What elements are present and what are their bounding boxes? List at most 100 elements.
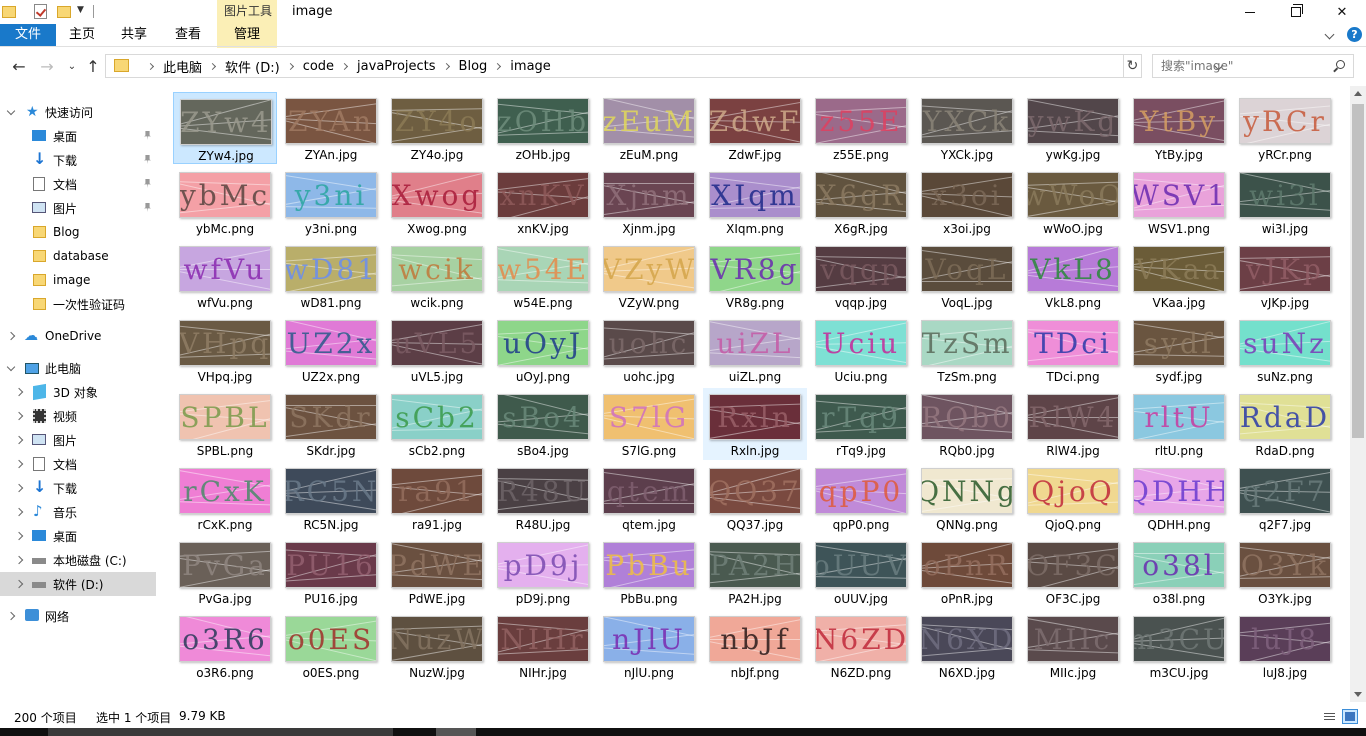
file-item[interactable]: z55E z55E.png bbox=[809, 92, 913, 164]
file-item[interactable]: zOHb zOHb.jpg bbox=[491, 92, 595, 164]
file-item[interactable]: sBo4 sBo4.jpg bbox=[491, 388, 595, 460]
file-item[interactable]: Rxln Rxln.jpg bbox=[703, 388, 807, 460]
nav-item-documents[interactable]: 文档 bbox=[0, 172, 156, 196]
back-button[interactable]: ← bbox=[9, 56, 29, 76]
file-item[interactable]: m3CU m3CU.jpg bbox=[1127, 610, 1231, 682]
nav-item-pc-downloads[interactable]: ↓ 下载 bbox=[0, 476, 156, 500]
breadcrumb-separator-icon[interactable] bbox=[494, 62, 502, 70]
file-item[interactable]: PA2H PA2H.jpg bbox=[703, 536, 807, 608]
search-box[interactable] bbox=[1152, 54, 1354, 78]
file-item[interactable]: PbBu PbBu.png bbox=[597, 536, 701, 608]
nav-item-videos[interactable]: 视频 bbox=[0, 404, 156, 428]
file-item[interactable]: N6ZD N6ZD.png bbox=[809, 610, 913, 682]
nav-item-drive-d[interactable]: 软件 (D:) bbox=[0, 572, 156, 596]
file-item[interactable]: ZYAn ZYAn.jpg bbox=[279, 92, 383, 164]
nav-item-downloads[interactable]: ↓ 下载 bbox=[0, 148, 156, 172]
file-item[interactable]: PvGa PvGa.jpg bbox=[173, 536, 277, 608]
nav-item-3d-objects[interactable]: 3D 对象 bbox=[0, 380, 156, 404]
breadcrumb-blog[interactable]: Blog bbox=[459, 59, 488, 74]
file-item[interactable]: S7lG S7lG.png bbox=[597, 388, 701, 460]
breadcrumb-this-pc[interactable]: 此电脑 bbox=[163, 57, 202, 76]
file-item[interactable]: wcik wcik.png bbox=[385, 240, 489, 312]
file-item[interactable]: VkL8 VkL8.png bbox=[1021, 240, 1125, 312]
chevron-right-icon[interactable] bbox=[14, 411, 24, 421]
file-item[interactable]: YtBy YtBy.jpg bbox=[1127, 92, 1231, 164]
file-item[interactable]: RC5N RC5N.jpg bbox=[279, 462, 383, 534]
file-item[interactable]: vqqp vqqp.jpg bbox=[809, 240, 913, 312]
file-item[interactable]: TzSm TzSm.png bbox=[915, 314, 1019, 386]
file-item[interactable]: NuzW NuzW.jpg bbox=[385, 610, 489, 682]
close-button[interactable]: ✕ bbox=[1319, 0, 1365, 24]
breadcrumb-drive-d[interactable]: 软件 (D:) bbox=[225, 57, 280, 76]
file-item[interactable]: ywKg ywKg.jpg bbox=[1021, 92, 1125, 164]
chevron-right-icon[interactable] bbox=[14, 435, 24, 445]
file-item[interactable]: uohc uohc.jpg bbox=[597, 314, 701, 386]
file-item[interactable]: sydf sydf.jpg bbox=[1127, 314, 1231, 386]
nav-this-pc[interactable]: 此电脑 bbox=[0, 356, 156, 380]
file-item[interactable]: xnKV xnKV.jpg bbox=[491, 166, 595, 238]
chevron-right-icon[interactable] bbox=[6, 331, 16, 341]
file-item[interactable]: qtem qtem.jpg bbox=[597, 462, 701, 534]
breadcrumb-image[interactable]: image bbox=[510, 59, 551, 74]
file-item[interactable]: ra91 ra91.jpg bbox=[385, 462, 489, 534]
file-item[interactable]: luJ8 luJ8.jpg bbox=[1233, 610, 1337, 682]
nav-item-drive-c[interactable]: 本地磁盘 (C:) bbox=[0, 548, 156, 572]
file-item[interactable]: o38l o38l.png bbox=[1127, 536, 1231, 608]
file-item[interactable]: OF3C OF3C.jpg bbox=[1021, 536, 1125, 608]
nav-item-music[interactable]: ♪ 音乐 bbox=[0, 500, 156, 524]
file-item[interactable]: PdWE PdWE.jpg bbox=[385, 536, 489, 608]
file-item[interactable]: rTq9 rTq9.jpg bbox=[809, 388, 913, 460]
file-item[interactable]: YXCk YXCk.jpg bbox=[915, 92, 1019, 164]
chevron-right-icon[interactable] bbox=[14, 531, 24, 541]
file-item[interactable]: oPnR oPnR.jpg bbox=[915, 536, 1019, 608]
scroll-up-icon[interactable] bbox=[1354, 91, 1362, 96]
file-item[interactable]: uOyJ uOyJ.png bbox=[491, 314, 595, 386]
help-icon[interactable]: ? bbox=[1347, 27, 1362, 42]
breadcrumb-separator-icon[interactable] bbox=[442, 62, 450, 70]
file-item[interactable]: yRCr yRCr.png bbox=[1233, 92, 1337, 164]
file-item[interactable]: QQ37 QQ37.jpg bbox=[703, 462, 807, 534]
file-item[interactable]: ZY4o ZY4o.jpg bbox=[385, 92, 489, 164]
file-item[interactable]: ZYw4 ZYw4.jpg bbox=[173, 92, 277, 164]
chevron-right-icon[interactable] bbox=[14, 387, 24, 397]
file-item[interactable]: y3ni y3ni.png bbox=[279, 166, 383, 238]
breadcrumb-separator-icon[interactable] bbox=[341, 62, 349, 70]
file-item[interactable]: qpP0 qpP0.png bbox=[809, 462, 913, 534]
breadcrumb-separator-icon[interactable] bbox=[146, 62, 155, 70]
file-item[interactable]: wWoO wWoO.jpg bbox=[1021, 166, 1125, 238]
nav-item-captcha[interactable]: 一次性验证码 bbox=[0, 292, 156, 316]
chevron-down-icon[interactable] bbox=[6, 106, 16, 116]
file-item[interactable]: WSV1 WSV1.png bbox=[1127, 166, 1231, 238]
up-button[interactable]: ↑ bbox=[83, 56, 103, 76]
breadcrumb-javaprojects[interactable]: javaProjects bbox=[357, 59, 436, 74]
recent-locations-button[interactable]: ⌄ bbox=[62, 56, 82, 76]
file-item[interactable]: Xjnm Xjnm.jpg bbox=[597, 166, 701, 238]
nav-network[interactable]: 网络 bbox=[0, 604, 156, 628]
file-item[interactable]: ZdwF ZdwF.jpg bbox=[703, 92, 807, 164]
file-item[interactable]: w54E w54E.png bbox=[491, 240, 595, 312]
nav-quick-access[interactable]: ★ 快速访问 bbox=[0, 100, 156, 124]
file-item[interactable]: VHpq VHpq.jpg bbox=[173, 314, 277, 386]
file-item[interactable]: QjoQ QjoQ.png bbox=[1021, 462, 1125, 534]
expand-ribbon-icon[interactable] bbox=[1324, 29, 1335, 40]
file-item[interactable]: nJlU nJlU.png bbox=[597, 610, 701, 682]
nav-item-image[interactable]: image bbox=[0, 268, 156, 292]
file-item[interactable]: N6XD N6XD.jpg bbox=[915, 610, 1019, 682]
file-item[interactable]: UZ2x UZ2x.png bbox=[279, 314, 383, 386]
file-item[interactable]: x3oi x3oi.jpg bbox=[915, 166, 1019, 238]
file-item[interactable]: X6gR X6gR.jpg bbox=[809, 166, 913, 238]
nav-item-blog[interactable]: Blog bbox=[0, 220, 156, 244]
file-item[interactable]: wfVu wfVu.png bbox=[173, 240, 277, 312]
file-item[interactable]: o3R6 o3R6.png bbox=[173, 610, 277, 682]
file-item[interactable]: RlW4 RlW4.jpg bbox=[1021, 388, 1125, 460]
file-item[interactable]: XIqm XIqm.png bbox=[703, 166, 807, 238]
file-item[interactable]: VZyW VZyW.png bbox=[597, 240, 701, 312]
file-item[interactable]: SPBL SPBL.png bbox=[173, 388, 277, 460]
tab-manage[interactable]: 管理 bbox=[217, 24, 277, 46]
properties-icon[interactable] bbox=[34, 4, 47, 19]
file-item[interactable]: Xwog Xwog.png bbox=[385, 166, 489, 238]
chevron-right-icon[interactable] bbox=[6, 611, 16, 621]
file-item[interactable]: ybMc ybMc.png bbox=[173, 166, 277, 238]
search-icon[interactable] bbox=[1336, 60, 1345, 69]
details-view-icon[interactable] bbox=[1321, 709, 1337, 724]
